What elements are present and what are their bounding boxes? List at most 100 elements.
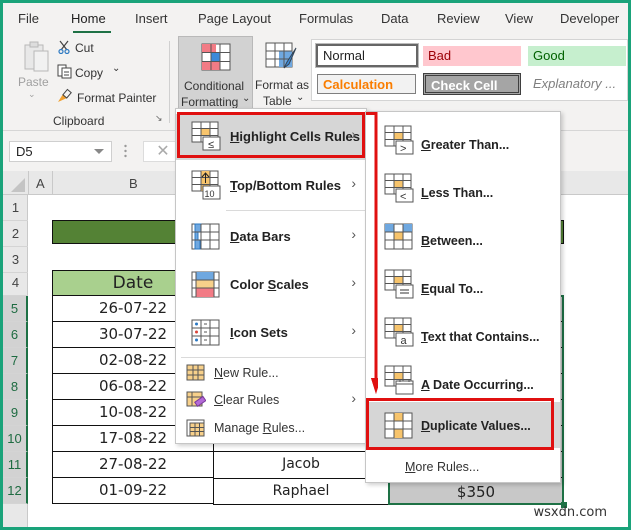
- name-cell[interactable]: Raphael: [213, 478, 389, 505]
- menu-item-top-bottom-rules[interactable]: 10 Top/Bottom Rules ›: [176, 163, 366, 209]
- format-as-table-button[interactable]: Format as Table ⌄: [255, 36, 310, 109]
- row-header-8[interactable]: 8: [3, 374, 28, 400]
- menu-item-icon-sets[interactable]: Icon Sets ›: [176, 310, 366, 356]
- name-box-dropdown-icon[interactable]: [94, 149, 104, 154]
- formula-bar-grip-icon[interactable]: [124, 143, 127, 159]
- watermark: wsxdn.com: [533, 505, 608, 520]
- menu-item-clear-rules[interactable]: Clear Rules ›: [176, 387, 366, 413]
- clear-rules-icon: [186, 391, 206, 408]
- style-check-cell-label: Check Cell: [431, 78, 498, 93]
- menu-item-new-rule[interactable]: New Rule...: [176, 360, 366, 386]
- date-cell[interactable]: 27-08-22: [52, 451, 214, 478]
- annotation-arrow: [366, 112, 378, 394]
- conditional-formatting-label-2: Formatting: [181, 95, 239, 109]
- column-header-b[interactable]: B: [129, 176, 138, 191]
- menu-item-label: Data Bars: [230, 229, 291, 244]
- tab-home[interactable]: Home: [71, 11, 106, 26]
- group-separator: [169, 41, 170, 123]
- row-header-2[interactable]: 2: [3, 221, 28, 247]
- menu-item-color-scales[interactable]: Color Scales ›: [176, 262, 366, 308]
- annotation-duplicate-box: [366, 398, 554, 450]
- menu-item-label: Less Than...: [421, 186, 494, 200]
- annotation-highlight-box: [177, 112, 365, 158]
- menu-item-label: A Date Occurring...: [421, 378, 534, 392]
- paste-label[interactable]: Paste: [18, 75, 49, 89]
- tab-developer[interactable]: Developer: [560, 11, 619, 26]
- date-cell[interactable]: 01-09-22: [52, 477, 214, 504]
- manage-rules-icon: [186, 419, 205, 437]
- menu-item-label: Manage Rules...: [214, 421, 306, 435]
- cell-styles-gallery: Normal Bad Good Calculation Check Cell E…: [311, 39, 628, 101]
- menu-item-text-contains[interactable]: a Text that Contains...: [366, 309, 560, 355]
- style-explanatory[interactable]: Explanatory ...: [528, 74, 626, 94]
- row-header-9[interactable]: 9: [3, 400, 28, 426]
- style-normal-label: Normal: [323, 48, 365, 63]
- paste-dropdown-icon[interactable]: ⌄: [28, 89, 36, 100]
- style-bad[interactable]: Bad: [423, 46, 521, 66]
- conditional-formatting-label-1: Conditional: [184, 79, 245, 93]
- menu-item-equal-to[interactable]: Equal To...: [366, 261, 560, 307]
- style-calculation[interactable]: Calculation: [317, 74, 416, 94]
- data-bars-icon: [191, 223, 220, 250]
- format-painter-icon: [58, 88, 72, 102]
- menu-item-greater-than[interactable]: > Greater Than...: [366, 117, 560, 163]
- svg-text:a: a: [401, 335, 408, 347]
- style-explanatory-label: Explanatory ...: [533, 76, 617, 91]
- svg-text:<: <: [400, 191, 406, 203]
- menu-item-data-bars[interactable]: Data Bars ›: [176, 214, 366, 260]
- copy-dropdown-icon[interactable]: ⌄: [112, 63, 120, 74]
- tab-file[interactable]: File: [18, 11, 39, 26]
- text-contains-icon: a: [384, 317, 414, 347]
- tab-page-layout[interactable]: Page Layout: [198, 11, 271, 26]
- tab-review[interactable]: Review: [437, 11, 480, 26]
- select-all-button[interactable]: [11, 178, 25, 192]
- row-header-6[interactable]: 6: [3, 322, 28, 348]
- paste-icon[interactable]: [24, 41, 50, 73]
- new-rule-icon: [186, 364, 205, 381]
- row-header-4[interactable]: 4: [3, 270, 28, 296]
- ribbon-tabs: File Home Insert Page Layout Formulas Da…: [3, 3, 628, 34]
- row-header-11[interactable]: 11: [3, 452, 28, 478]
- tab-view[interactable]: View: [505, 11, 533, 26]
- name-cell[interactable]: Jacob: [213, 452, 389, 479]
- row-header-12[interactable]: 12: [3, 478, 28, 504]
- greater-than-icon: >: [384, 125, 414, 155]
- row-header-10[interactable]: 10: [3, 426, 28, 452]
- svg-text:>: >: [400, 143, 406, 155]
- between-icon: [384, 223, 413, 250]
- name-box[interactable]: D5: [9, 141, 112, 162]
- row-header-1[interactable]: 1: [3, 195, 28, 221]
- menu-item-label: Icon Sets: [230, 325, 288, 340]
- style-check-cell[interactable]: Check Cell: [423, 73, 521, 95]
- chevron-right-icon: ›: [351, 274, 356, 290]
- tab-data[interactable]: Data: [381, 11, 408, 26]
- copy-button[interactable]: Copy: [75, 66, 103, 80]
- format-as-table-label-1: Format as: [255, 78, 310, 92]
- format-painter-button[interactable]: Format Painter: [77, 91, 156, 105]
- menu-item-less-than[interactable]: < Less Than...: [366, 165, 560, 211]
- menu-item-label: Color Scales: [230, 277, 309, 292]
- copy-icon: [57, 64, 72, 79]
- style-normal[interactable]: Normal: [315, 43, 419, 68]
- color-scales-icon: [191, 271, 220, 298]
- menu-item-label: Between...: [421, 234, 483, 248]
- row-header-5[interactable]: 5: [3, 296, 28, 322]
- menu-item-manage-rules[interactable]: Manage Rules...: [176, 415, 366, 441]
- conditional-formatting-menu: ≤ Highlight Cells Rules › 10 Top/Bottom …: [175, 108, 367, 444]
- cut-button[interactable]: Cut: [75, 41, 94, 55]
- clipboard-group-label: Clipboard: [53, 114, 105, 128]
- tab-formulas[interactable]: Formulas: [299, 11, 353, 26]
- tab-insert[interactable]: Insert: [135, 11, 168, 26]
- menu-divider: [181, 357, 366, 358]
- menu-item-between[interactable]: Between...: [366, 213, 560, 259]
- dialog-launcher-icon[interactable]: ↘: [155, 113, 163, 124]
- more-rules-link[interactable]: More Rules...: [405, 460, 479, 474]
- menu-item-date-occurring[interactable]: A Date Occurring...: [366, 357, 560, 403]
- close-icon: ✕: [156, 143, 170, 160]
- date-occurring-icon: [384, 365, 414, 395]
- style-good[interactable]: Good: [528, 46, 626, 66]
- icon-sets-icon: [191, 319, 220, 346]
- column-header-a[interactable]: A: [36, 176, 45, 191]
- conditional-formatting-button[interactable]: Conditional Formatting ⌄: [178, 36, 253, 109]
- row-header-7[interactable]: 7: [3, 348, 28, 374]
